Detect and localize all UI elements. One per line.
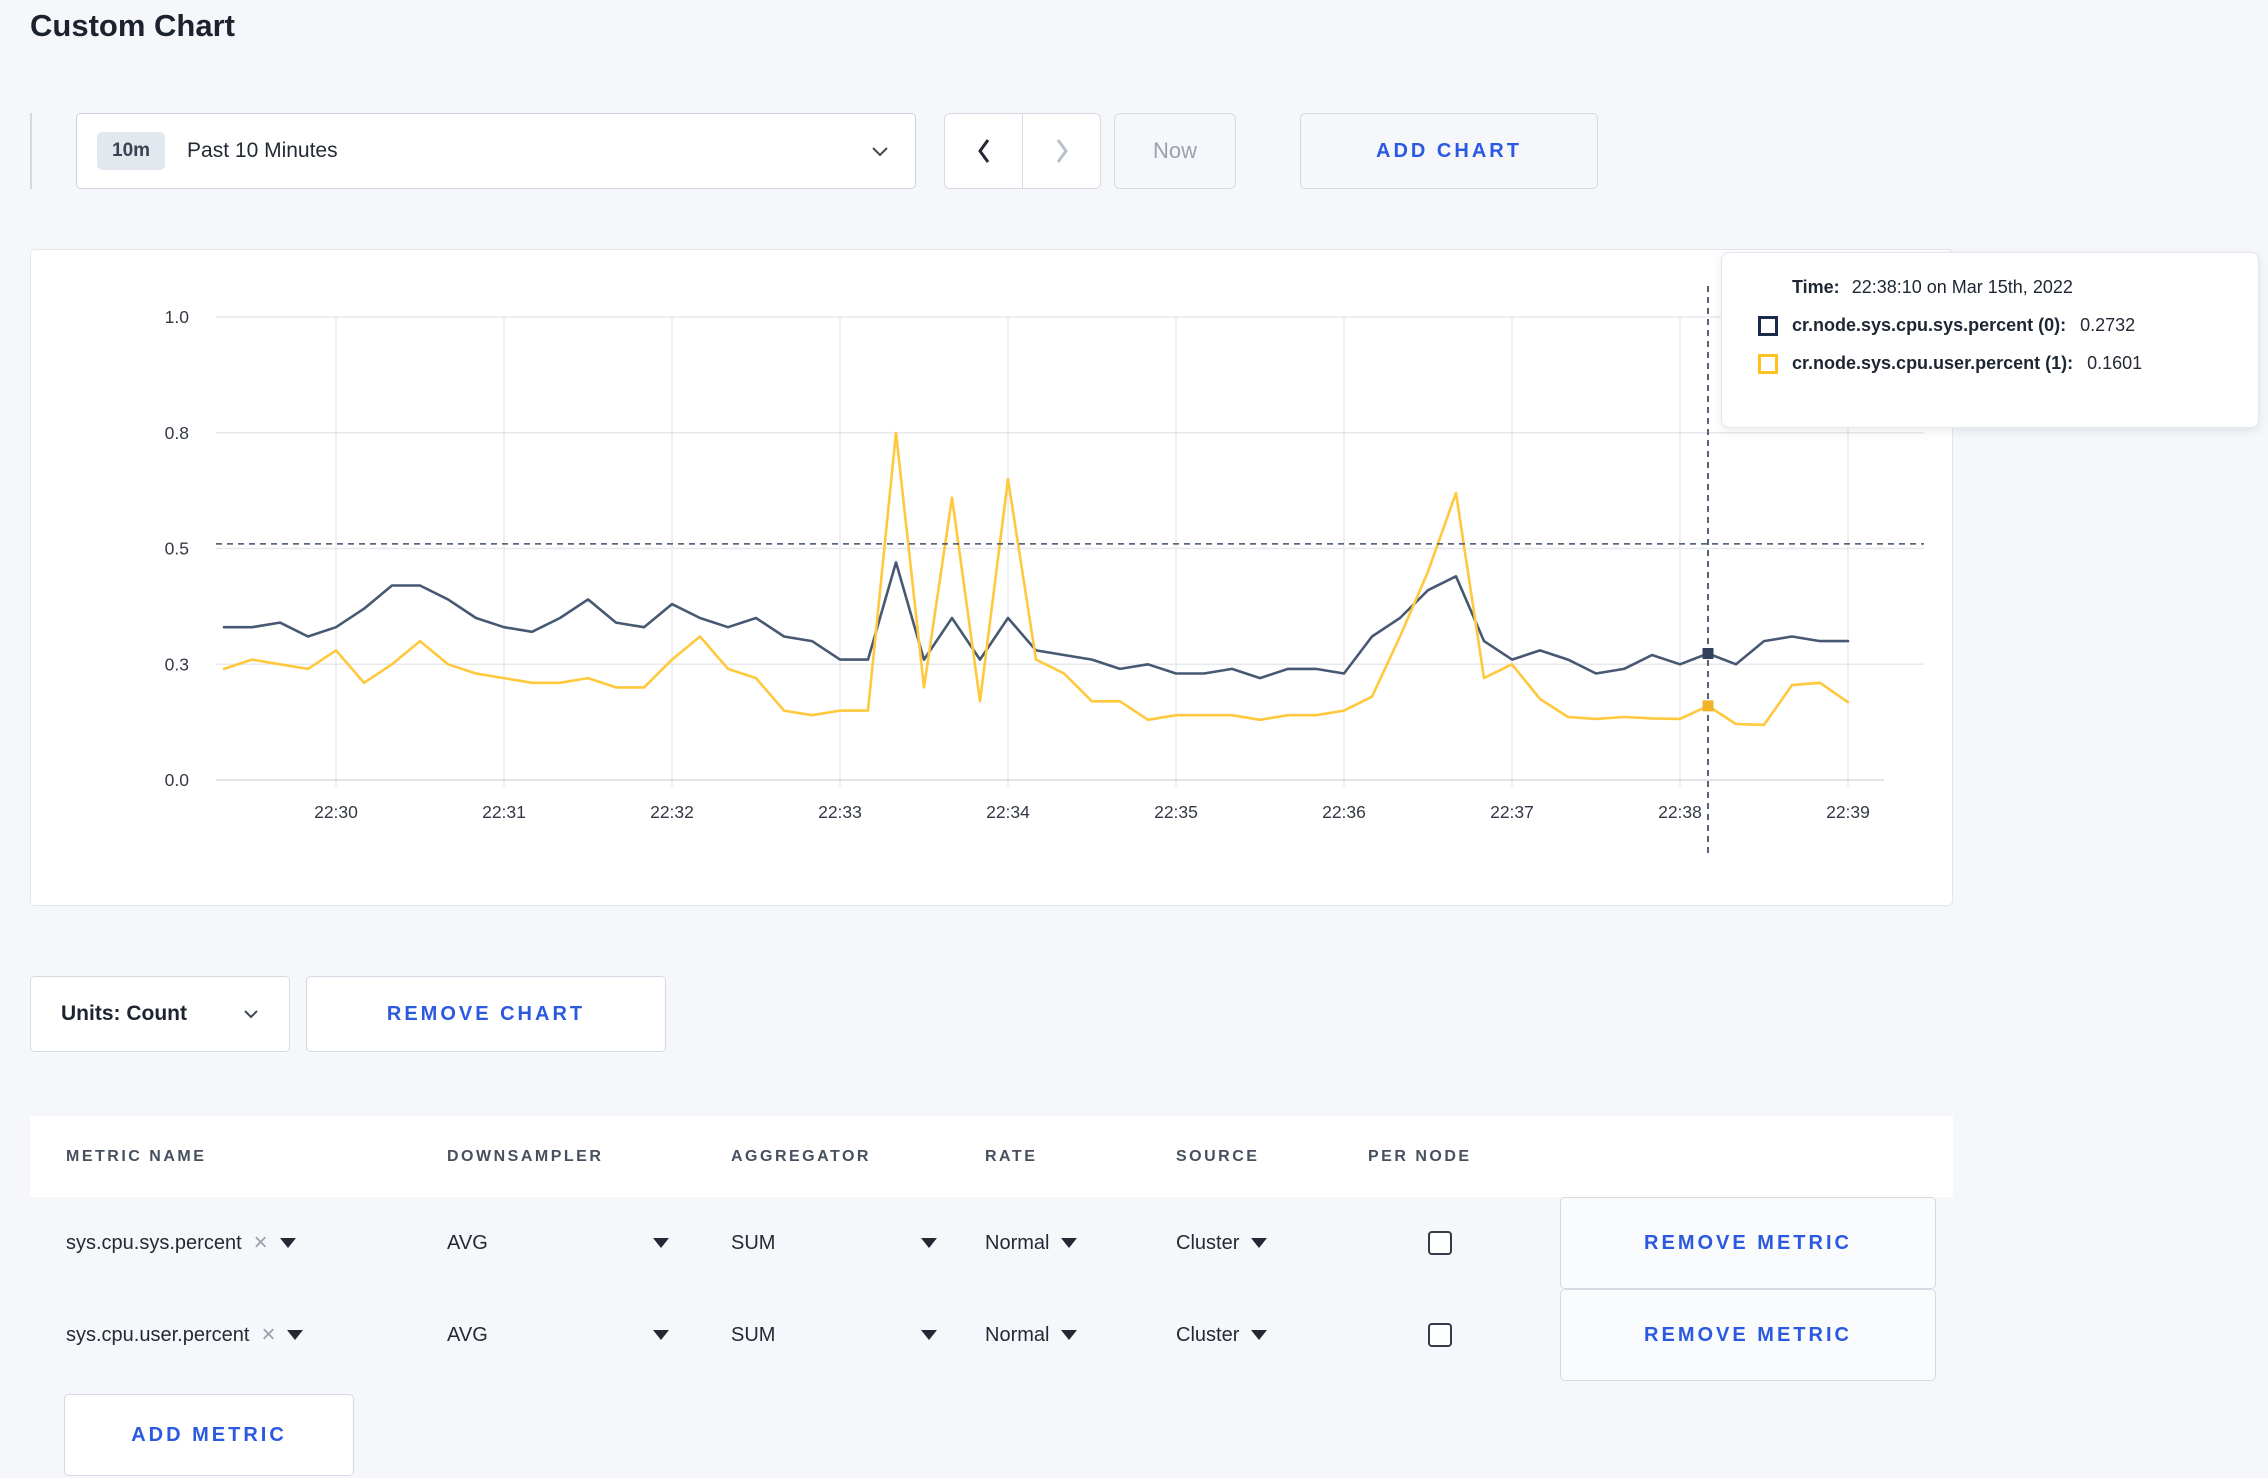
- tooltip-series-value: 0.2732: [2080, 315, 2136, 335]
- tooltip-series-value: 0.1601: [2087, 353, 2143, 373]
- caret-down-icon: [1251, 1330, 1268, 1340]
- caret-down-icon: [1061, 1330, 1078, 1340]
- tooltip-series-label: cr.node.sys.cpu.sys.percent (0):: [1792, 315, 2067, 335]
- x-axis-label: 22:35: [1154, 802, 1198, 822]
- source-value: Cluster: [1176, 1323, 1240, 1346]
- y-axis-label: 1.0: [165, 307, 190, 327]
- y-axis-label: 0.3: [165, 654, 189, 674]
- x-axis-label: 22:38: [1658, 802, 1702, 822]
- time-window-badge: 10m: [97, 132, 166, 170]
- column-header-aggregator: AGGREGATOR: [731, 1147, 871, 1165]
- time-window-label: Past 10 Minutes: [187, 139, 338, 162]
- rate-select[interactable]: Normal: [985, 1197, 1078, 1289]
- metric-name-select[interactable]: sys.cpu.user.percent ×: [66, 1289, 304, 1381]
- units-dropdown[interactable]: Units: Count: [30, 976, 290, 1052]
- clear-metric-icon[interactable]: ×: [254, 1229, 268, 1257]
- chart-card: 22:30 22:31 22:32 22:33 22:34 22:35 22:36 22:37…: [30, 249, 2259, 906]
- x-axis-label: 22:39: [1826, 802, 1870, 822]
- x-axis-label: 22:36: [1322, 802, 1366, 822]
- source-select[interactable]: Cluster: [1176, 1289, 1268, 1381]
- aggregator-value: SUM: [731, 1231, 776, 1254]
- downsampler-select[interactable]: AVG: [447, 1197, 669, 1289]
- metric-name-select[interactable]: sys.cpu.sys.percent ×: [66, 1197, 296, 1289]
- metric-name-value: sys.cpu.sys.percent: [66, 1231, 242, 1254]
- aggregator-value: SUM: [731, 1323, 776, 1346]
- chevron-down-icon: [872, 147, 888, 157]
- source-value: Cluster: [1176, 1231, 1240, 1254]
- series-swatch-icon: [1758, 315, 1778, 336]
- column-header-downsampler: DOWNSAMPLER: [447, 1147, 604, 1165]
- crosshair-point: [1702, 648, 1714, 660]
- toolbar-divider: [30, 113, 32, 189]
- now-button[interactable]: Now: [1114, 113, 1236, 189]
- series-line-1: [222, 431, 1850, 727]
- caret-down-icon: [921, 1330, 937, 1340]
- y-axis-label: 0.5: [165, 539, 189, 559]
- caret-down-icon: [653, 1330, 669, 1340]
- column-header-source: SOURCE: [1176, 1147, 1260, 1165]
- column-header-per-node: PER NODE: [1368, 1147, 1472, 1165]
- downsampler-value: AVG: [447, 1323, 488, 1346]
- time-nav-group: [944, 113, 1101, 189]
- caret-down-icon: [921, 1238, 937, 1248]
- tooltip-time-value: 22:38:10 on Mar 15th, 2022: [1851, 277, 2073, 297]
- metric-row: sys.cpu.sys.percent × AVG SUM Normal Cluster R…: [30, 1197, 1953, 1289]
- remove-metric-button[interactable]: REMOVE METRIC: [1560, 1197, 1936, 1289]
- add-chart-button[interactable]: ADD CHART: [1300, 113, 1598, 189]
- time-back-button[interactable]: [945, 114, 1023, 188]
- custom-chart-page: Custom Chart 10m Past 10 Minutes Now ADD…: [0, 0, 2268, 1478]
- column-header-rate: RATE: [985, 1147, 1038, 1165]
- tooltip-series-label: cr.node.sys.cpu.user.percent (1):: [1792, 353, 2074, 373]
- chevron-right-icon: [1056, 139, 1068, 163]
- remove-metric-button[interactable]: REMOVE METRIC: [1560, 1289, 1936, 1381]
- source-select[interactable]: Cluster: [1176, 1197, 1268, 1289]
- metric-row: sys.cpu.user.percent × AVG SUM Normal Cluster…: [30, 1289, 1953, 1381]
- chart-tooltip: Time: 22:38:10 on Mar 15th, 2022 cr.node.…: [1721, 252, 2259, 428]
- caret-down-icon: [279, 1238, 296, 1248]
- caret-down-icon: [1251, 1238, 1268, 1248]
- downsampler-value: AVG: [447, 1231, 488, 1254]
- tooltip-series-row: cr.node.sys.cpu.sys.percent (0): 0.2732: [1758, 315, 2258, 336]
- clear-metric-icon[interactable]: ×: [261, 1321, 275, 1349]
- aggregator-select[interactable]: SUM: [731, 1289, 937, 1381]
- chevron-down-icon: [244, 1010, 258, 1019]
- metric-name-value: sys.cpu.user.percent: [66, 1323, 250, 1346]
- tooltip-time-row: Time: 22:38:10 on Mar 15th, 2022: [1792, 277, 2258, 298]
- chart-canvas[interactable]: 22:30 22:31 22:32 22:33 22:34 22:35 22:36 22:37…: [31, 250, 1952, 905]
- time-forward-button[interactable]: [1023, 114, 1100, 188]
- per-node-checkbox[interactable]: [1428, 1323, 1452, 1347]
- caret-down-icon: [653, 1238, 669, 1248]
- x-axis-label: 22:34: [986, 802, 1030, 822]
- crosshair-point: [1702, 700, 1714, 712]
- rate-select[interactable]: Normal: [985, 1289, 1078, 1381]
- metrics-table-header: METRIC NAME DOWNSAMPLER AGGREGATOR RATE SOUR…: [30, 1116, 1953, 1197]
- column-header-metric-name: METRIC NAME: [66, 1147, 207, 1165]
- remove-chart-button[interactable]: REMOVE CHART: [306, 976, 666, 1052]
- series-swatch-icon: [1758, 353, 1778, 374]
- y-axis-label: 0.8: [165, 423, 189, 443]
- page-title: Custom Chart: [30, 8, 235, 43]
- per-node-checkbox[interactable]: [1428, 1231, 1452, 1255]
- rate-value: Normal: [985, 1231, 1050, 1254]
- x-axis-label: 22:31: [482, 802, 526, 822]
- downsampler-select[interactable]: AVG: [447, 1289, 669, 1381]
- aggregator-select[interactable]: SUM: [731, 1197, 937, 1289]
- chevron-left-icon: [977, 139, 989, 163]
- caret-down-icon: [287, 1330, 304, 1340]
- time-window-dropdown[interactable]: 10m Past 10 Minutes: [76, 113, 916, 189]
- y-axis-label: 0.0: [165, 770, 190, 790]
- units-label: Units: Count: [61, 1002, 187, 1025]
- x-axis-label: 22:32: [650, 802, 694, 822]
- tooltip-series-row: cr.node.sys.cpu.user.percent (1): 0.1601: [1758, 353, 2258, 374]
- x-axis-label: 22:37: [1490, 802, 1534, 822]
- tooltip-time-label: Time:: [1792, 277, 1840, 297]
- rate-value: Normal: [985, 1323, 1050, 1346]
- caret-down-icon: [1061, 1238, 1078, 1248]
- add-metric-button[interactable]: ADD METRIC: [64, 1394, 354, 1476]
- x-axis-label: 22:30: [314, 802, 358, 822]
- x-axis-label: 22:33: [818, 802, 862, 822]
